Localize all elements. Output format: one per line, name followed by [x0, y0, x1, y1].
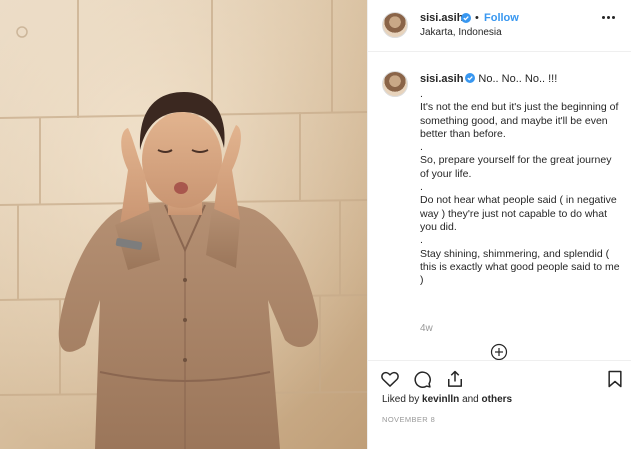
post-actions-bar: [368, 360, 631, 394]
verified-badge-icon: [461, 13, 471, 23]
caption-time-ago: 4w: [420, 323, 433, 334]
comments-area[interactable]: sisi.asih No.. No.. No.. !!! . It's not …: [368, 53, 631, 360]
likes-others-link[interactable]: others: [482, 394, 513, 405]
caption-body: . It's not the end but it's just the beg…: [420, 88, 620, 287]
post-detail-panel: sisi.asih • Follow Jakarta, Indonesia si…: [367, 0, 631, 449]
follow-button[interactable]: Follow: [484, 12, 519, 24]
author-username[interactable]: sisi.asih: [420, 12, 463, 24]
post-photo-image: [0, 0, 367, 449]
plus-circle-icon[interactable]: [490, 343, 508, 360]
post-date[interactable]: NOVEMBER 8: [382, 415, 435, 424]
caption-author-username[interactable]: sisi.asih: [420, 73, 463, 85]
follow-separator: •: [475, 12, 479, 24]
heart-icon[interactable]: [380, 369, 400, 389]
caption-author-avatar[interactable]: [382, 71, 408, 97]
caption-first-line: sisi.asih No.. No.. No.. !!!: [420, 72, 557, 85]
likes-user-link[interactable]: kevinlln: [422, 394, 459, 405]
post-photo[interactable]: [0, 0, 367, 449]
likes-summary: Liked by kevinlln and others: [382, 394, 512, 405]
caption-first-text: No.. No.. No.. !!!: [478, 73, 558, 85]
more-options-icon[interactable]: [602, 16, 618, 22]
post-location[interactable]: Jakarta, Indonesia: [420, 27, 502, 38]
author-avatar[interactable]: [382, 12, 408, 38]
likes-prefix: Liked by: [382, 394, 420, 405]
verified-badge-icon: [465, 73, 476, 83]
share-icon[interactable]: [445, 369, 465, 389]
post-header: sisi.asih • Follow Jakarta, Indonesia: [368, 0, 631, 52]
comment-icon[interactable]: [412, 369, 432, 389]
bookmark-icon[interactable]: [605, 369, 625, 389]
likes-and: and: [462, 394, 479, 405]
